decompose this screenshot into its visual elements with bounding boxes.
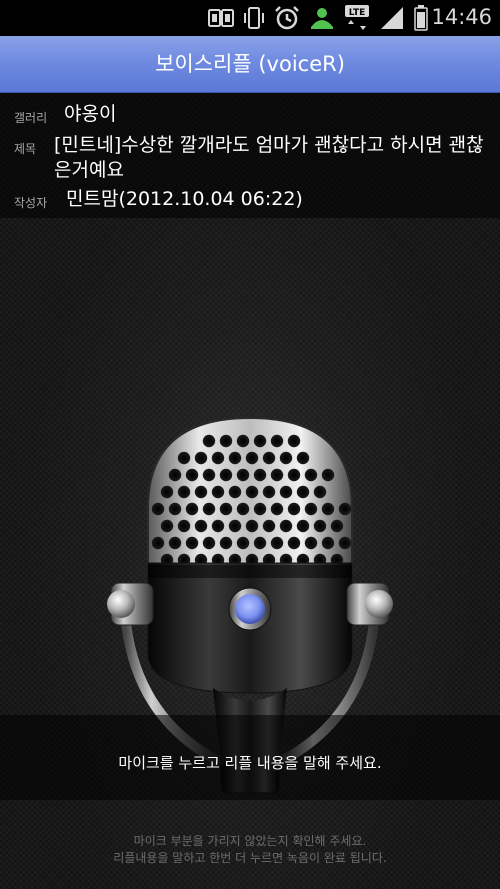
main-area: 갤러리 야옹이 제목 [민트네]수상한 깔개라도 엄마가 괜찮다고 하시면 괜찮…: [0, 93, 500, 889]
author-label: 작성자: [14, 196, 48, 210]
gallery-value: 야옹이: [64, 103, 117, 125]
subject-row: 제목 [민트네]수상한 깔개라도 엄마가 괜찮다고 하시면 괜찮은거예요: [14, 133, 494, 183]
status-bar: LTE 14:46: [0, 0, 500, 36]
status-time: 14:46: [431, 5, 492, 29]
alarm-icon: [274, 5, 300, 31]
footer-instructions: 마이크 부분을 가리지 않았는지 확인해 주세요. 리플내용을 말하고 한번 더…: [0, 833, 500, 867]
call-icon: [309, 5, 335, 31]
app-title: 보이스리플 (voiceR): [155, 52, 345, 76]
status-icons: LTE: [208, 4, 428, 32]
vibrate-icon: [243, 5, 265, 31]
subject-value: [민트네]수상한 깔개라도 엄마가 괜찮다고 하시면 괜찮은거예요: [54, 134, 484, 181]
lte-data-icon: LTE: [344, 4, 370, 32]
microphone-button[interactable]: [103, 413, 397, 889]
post-info-panel: 갤러리 야옹이 제목 [민트네]수상한 깔개라도 엄마가 괜찮다고 하시면 괜찮…: [0, 93, 500, 218]
record-prompt: 마이크를 누르고 리플 내용을 말해 주세요.: [118, 754, 382, 772]
battery-icon: [414, 5, 428, 31]
signal-icon: [379, 5, 405, 31]
author-value: 민트맘(2012.10.04 06:22): [66, 188, 303, 210]
subject-label: 제목: [14, 142, 37, 156]
record-button-icon: [228, 587, 272, 631]
lte-label: LTE: [349, 8, 366, 18]
screen-mirror-icon: [208, 7, 234, 29]
title-bar: 보이스리플 (voiceR): [0, 36, 500, 93]
gallery-label: 갤러리: [14, 111, 48, 125]
footer-line-2: 리플내용을 말하고 한번 더 누르면 녹음이 완료 됩니다.: [113, 851, 387, 865]
footer-line-1: 마이크 부분을 가리지 않았는지 확인해 주세요.: [133, 834, 367, 848]
author-row: 작성자 민트맘(2012.10.04 06:22): [14, 187, 303, 212]
gallery-row: 갤러리 야옹이: [14, 102, 116, 127]
